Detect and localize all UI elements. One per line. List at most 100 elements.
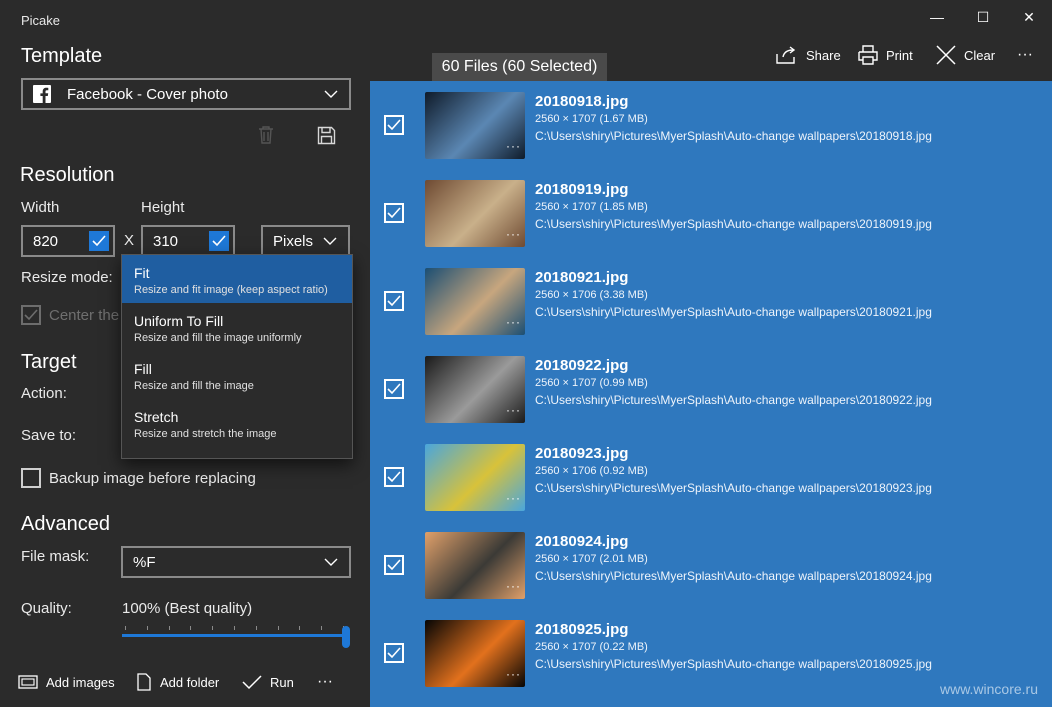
thumbnail-more-icon[interactable]: ··· xyxy=(506,579,521,593)
file-name: 20180919.jpg xyxy=(535,181,629,198)
share-button[interactable]: Share xyxy=(776,44,841,66)
thumbnail-more-icon[interactable]: ··· xyxy=(506,667,521,681)
checkmark-icon xyxy=(242,675,262,690)
checkmark-icon xyxy=(387,119,401,131)
file-mask-combo[interactable]: %F xyxy=(121,546,351,578)
print-button[interactable]: Print xyxy=(858,44,913,66)
unit-combo[interactable]: Pixels xyxy=(261,225,350,257)
more-icon: ··· xyxy=(1017,46,1033,63)
width-confirm-checkbox[interactable] xyxy=(89,231,109,251)
file-row[interactable]: ··· 20180921.jpg 2560 × 1706 (3.38 MB) C:\U… xyxy=(370,257,1052,345)
file-select-checkbox[interactable] xyxy=(384,467,404,487)
add-folder-button[interactable]: Add folder xyxy=(136,672,219,692)
resize-mode-dropdown: Fit Resize and fit image (keep aspect ra… xyxy=(121,254,353,459)
file-select-checkbox[interactable] xyxy=(384,555,404,575)
height-label: Height xyxy=(141,199,185,216)
file-thumbnail[interactable]: ··· xyxy=(425,620,525,687)
minimize-button[interactable]: — xyxy=(914,0,960,34)
resize-option-stretch[interactable]: Stretch Resize and stretch the image xyxy=(122,399,352,447)
action-label: Action: xyxy=(21,385,67,402)
files-count-header: 60 Files (60 Selected) xyxy=(432,53,607,81)
file-thumbnail[interactable]: ··· xyxy=(425,444,525,511)
file-name: 20180925.jpg xyxy=(535,621,629,638)
close-icon xyxy=(936,45,956,65)
backup-label: Backup image before replacing xyxy=(49,469,256,487)
file-path: C:\Users\shiry\Pictures\MyerSplash\Auto-… xyxy=(535,569,932,583)
center-checkbox-row[interactable]: Center the xyxy=(21,305,119,325)
file-dimensions: 2560 × 1706 (0.92 MB) xyxy=(535,465,648,477)
clear-button[interactable]: Clear xyxy=(936,44,995,66)
resize-option-desc: Resize and stretch the image xyxy=(134,428,277,440)
thumbnail-more-icon[interactable]: ··· xyxy=(506,491,521,505)
save-template-button[interactable] xyxy=(317,126,336,150)
file-thumbnail[interactable]: ··· xyxy=(425,532,525,599)
thumbnail-more-icon[interactable]: ··· xyxy=(506,139,521,153)
width-value: 820 xyxy=(33,232,59,250)
resize-option-title: Stretch xyxy=(134,409,179,425)
more-options-button[interactable]: ··· xyxy=(317,672,333,692)
file-path: C:\Users\shiry\Pictures\MyerSplash\Auto-… xyxy=(535,305,932,319)
width-label: Width xyxy=(21,199,60,216)
maximize-button[interactable]: ☐ xyxy=(960,0,1006,34)
resize-option-fill[interactable]: Fill Resize and fill the image xyxy=(122,351,352,399)
advanced-heading: Advanced xyxy=(21,513,110,535)
file-select-checkbox[interactable] xyxy=(384,379,404,399)
file-thumbnail[interactable]: ··· xyxy=(425,180,525,247)
save-to-label: Save to: xyxy=(21,427,77,444)
resize-option-uniform-to-fill[interactable]: Uniform To Fill Resize and fill the imag… xyxy=(122,303,352,351)
file-thumbnail[interactable]: ··· xyxy=(425,268,525,335)
backup-checkbox-row[interactable]: Backup image before replacing xyxy=(21,468,256,488)
file-dimensions: 2560 × 1707 (1.67 MB) xyxy=(535,113,648,125)
file-dimensions: 2560 × 1706 (3.38 MB) xyxy=(535,289,648,301)
template-combo[interactable]: Facebook - Cover photo xyxy=(21,78,351,110)
slider-tick xyxy=(212,626,214,630)
add-folder-label: Add folder xyxy=(160,674,220,690)
chevron-down-icon xyxy=(324,90,338,98)
resize-option-fit[interactable]: Fit Resize and fit image (keep aspect ra… xyxy=(122,255,352,303)
file-dimensions: 2560 × 1707 (0.22 MB) xyxy=(535,641,648,653)
file-row[interactable]: ··· 20180919.jpg 2560 × 1707 (1.85 MB) C:\U… xyxy=(370,169,1052,257)
file-thumbnail[interactable]: ··· xyxy=(425,92,525,159)
file-select-checkbox[interactable] xyxy=(384,115,404,135)
thumbnail-more-icon[interactable]: ··· xyxy=(506,227,521,241)
checkmark-icon xyxy=(387,207,401,219)
thumbnail-more-icon[interactable]: ··· xyxy=(506,315,521,329)
file-row[interactable]: ··· 20180924.jpg 2560 × 1707 (2.01 MB) C:\U… xyxy=(370,521,1052,609)
slider-tick xyxy=(321,626,323,630)
quality-slider-thumb[interactable] xyxy=(342,626,350,648)
backup-checkbox[interactable] xyxy=(21,468,41,488)
close-button[interactable]: ✕ xyxy=(1006,0,1052,34)
height-confirm-checkbox[interactable] xyxy=(209,231,229,251)
slider-tick xyxy=(190,626,192,630)
add-images-button[interactable]: Add images xyxy=(18,672,115,692)
more-actions-button[interactable]: ··· xyxy=(1017,44,1033,66)
file-select-checkbox[interactable] xyxy=(384,291,404,311)
file-path: C:\Users\shiry\Pictures\MyerSplash\Auto-… xyxy=(535,657,932,671)
file-row[interactable]: ··· 20180918.jpg 2560 × 1707 (1.67 MB) C:\U… xyxy=(370,81,1052,169)
template-heading: Template xyxy=(21,45,103,67)
target-heading: Target xyxy=(21,351,77,373)
file-row[interactable]: ··· 20180923.jpg 2560 × 1706 (0.92 MB) C:\U… xyxy=(370,433,1052,521)
run-button[interactable]: Run xyxy=(242,672,294,692)
width-input[interactable]: 820 xyxy=(21,225,115,257)
file-name: 20180922.jpg xyxy=(535,357,629,374)
checkmark-icon xyxy=(387,471,401,483)
quality-slider-track[interactable] xyxy=(122,634,346,637)
file-row[interactable]: ··· 20180922.jpg 2560 × 1707 (0.99 MB) C:\U… xyxy=(370,345,1052,433)
slider-tick xyxy=(168,626,170,630)
file-mask-label: File mask: xyxy=(21,548,90,565)
thumbnail-more-icon[interactable]: ··· xyxy=(506,403,521,417)
slider-tick xyxy=(277,626,279,630)
slider-tick xyxy=(146,626,148,630)
chevron-down-icon xyxy=(323,237,337,245)
file-dimensions: 2560 × 1707 (2.01 MB) xyxy=(535,553,648,565)
height-input[interactable]: 310 xyxy=(141,225,235,257)
maximize-icon: ☐ xyxy=(976,8,990,25)
file-select-checkbox[interactable] xyxy=(384,643,404,663)
center-checkbox[interactable] xyxy=(21,305,41,325)
file-thumbnail[interactable]: ··· xyxy=(425,356,525,423)
slider-tick xyxy=(234,626,235,630)
file-select-checkbox[interactable] xyxy=(384,203,404,223)
delete-template-button[interactable] xyxy=(257,125,275,150)
file-path: C:\Users\shiry\Pictures\MyerSplash\Auto-… xyxy=(535,481,932,495)
